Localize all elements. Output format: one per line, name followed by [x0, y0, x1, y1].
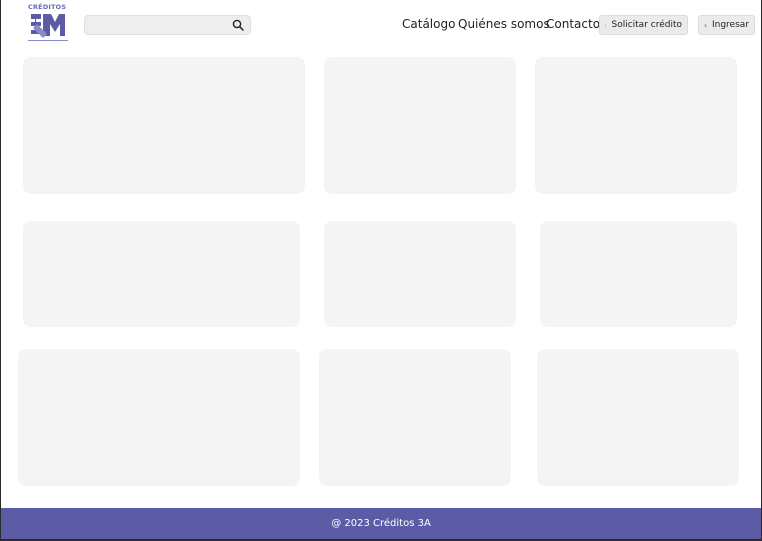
- skeleton-card: [18, 349, 300, 486]
- skeleton-card: [23, 57, 305, 194]
- user-icon: [704, 23, 707, 27]
- nav-catalog[interactable]: Catálogo: [402, 17, 455, 31]
- skeleton-card: [319, 349, 511, 486]
- site-footer: @ 2023 Créditos 3A: [1, 508, 761, 539]
- skeleton-card: [535, 57, 737, 194]
- nav-contact[interactable]: Contacto: [546, 17, 600, 31]
- skeleton-card: [324, 57, 516, 194]
- logo-divider: [28, 40, 68, 41]
- skeleton-card: [23, 221, 300, 327]
- 3a-monogram-icon: [29, 12, 67, 40]
- id-card-icon: [605, 24, 607, 26]
- login-button[interactable]: Ingresar: [698, 15, 755, 35]
- search-bar[interactable]: [84, 15, 251, 35]
- nav-about-us[interactable]: Quiénes somos: [458, 17, 550, 31]
- brand-logo[interactable]: CRÉDITOS: [28, 2, 68, 42]
- request-credit-label: Solicitar crédito: [611, 20, 682, 30]
- skeleton-card: [537, 349, 739, 486]
- logo-text: CRÉDITOS: [28, 3, 67, 11]
- request-credit-button[interactable]: Solicitar crédito: [599, 15, 688, 35]
- footer-copyright: @ 2023 Créditos 3A: [331, 518, 431, 529]
- skeleton-card: [540, 221, 737, 327]
- skeleton-card: [324, 221, 516, 327]
- search-input[interactable]: [85, 16, 230, 34]
- search-icon[interactable]: [232, 19, 244, 31]
- login-label: Ingresar: [711, 20, 749, 30]
